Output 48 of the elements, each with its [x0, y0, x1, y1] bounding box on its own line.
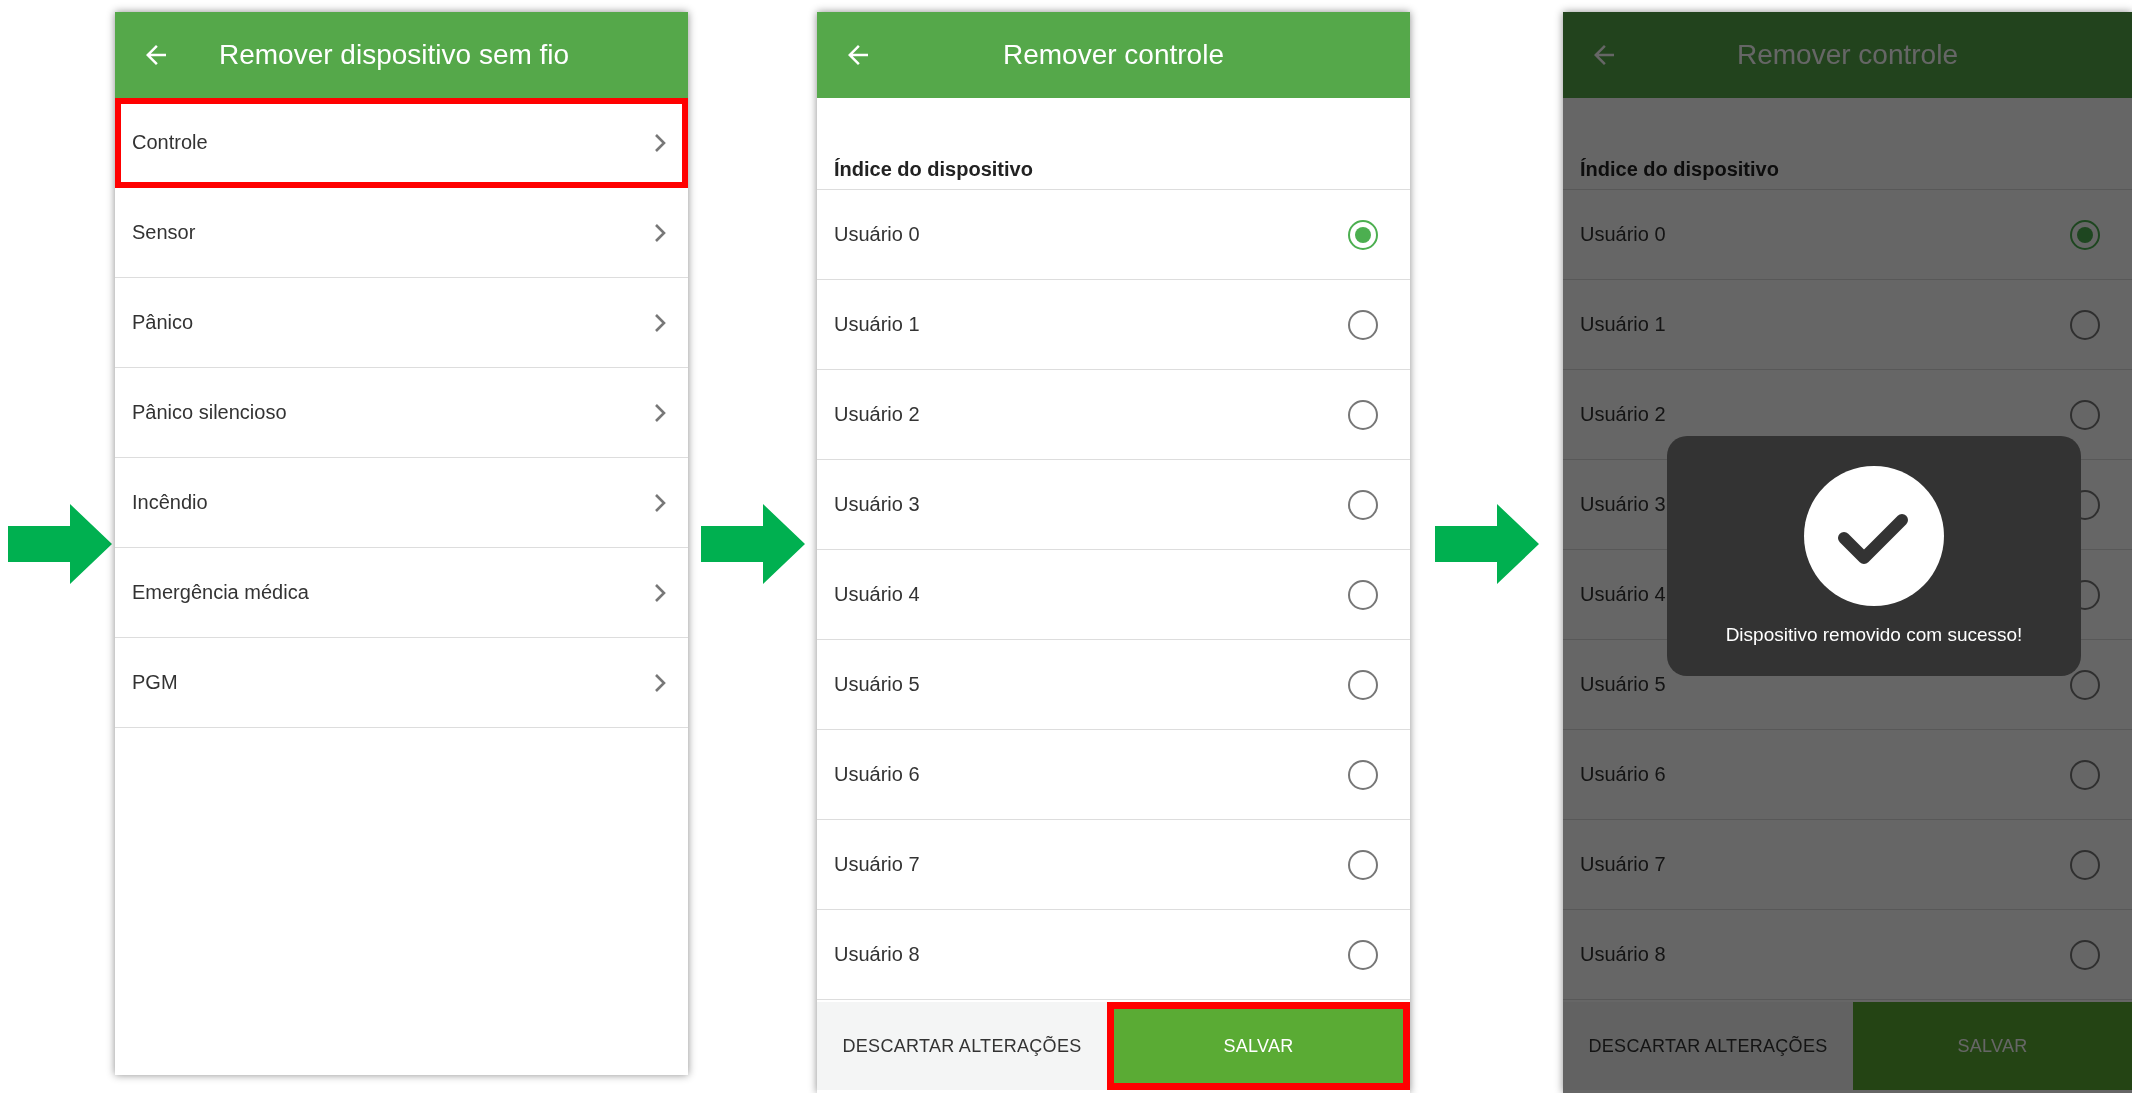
right-arrow-icon [8, 503, 112, 584]
radio-option[interactable]: Usuário 6 [817, 730, 1410, 820]
chevron-right-icon [654, 402, 666, 423]
radio-button[interactable] [1348, 219, 1378, 250]
radio-button[interactable] [2070, 399, 2100, 430]
radio-button[interactable] [1348, 489, 1378, 520]
radio-option[interactable]: Usuário 0 [817, 190, 1410, 280]
menu-item[interactable]: PGM [115, 638, 688, 728]
menu-item[interactable]: Pânico [115, 278, 688, 368]
radio-button[interactable] [2070, 219, 2100, 250]
screen-title: Remover controle [1002, 39, 1225, 71]
checkmark-circle-icon [1804, 466, 1944, 606]
radio-button[interactable] [2070, 759, 2100, 790]
radio-option[interactable]: Usuário 5 [817, 640, 1410, 730]
chevron-right-icon [654, 492, 666, 513]
section-label: Índice do dispositivo [1580, 158, 1779, 181]
radio-option[interactable]: Usuário 3 [817, 460, 1410, 550]
radio-button[interactable] [1348, 579, 1378, 610]
chevron-right-icon [654, 312, 666, 333]
radio-option[interactable]: Usuário 4 [817, 550, 1410, 640]
radio-button[interactable] [2070, 309, 2100, 340]
radio-option[interactable]: Usuário 1 [817, 280, 1410, 370]
radio-button[interactable] [1348, 939, 1378, 970]
menu-item[interactable]: Incêndio [115, 458, 688, 548]
radio-option[interactable]: Usuário 7 [817, 820, 1410, 910]
menu-item[interactable]: Sensor [115, 188, 688, 278]
discard-changes-button[interactable]: DESCARTAR ALTERAÇÕES [817, 1002, 1107, 1090]
radio-button[interactable] [1348, 399, 1378, 430]
radio-button[interactable] [2070, 849, 2100, 880]
chevron-right-icon [654, 132, 666, 153]
right-arrow-icon [1434, 503, 1539, 584]
menu-item[interactable]: Pânico silencioso [115, 368, 688, 458]
radio-button[interactable] [2070, 939, 2100, 970]
menu-item[interactable]: Emergência médica [115, 548, 688, 638]
right-arrow-icon [700, 503, 805, 584]
radio-button[interactable] [1348, 759, 1378, 790]
menu-item[interactable]: Controle [115, 98, 688, 188]
radio-option[interactable]: Usuário 8 [817, 910, 1410, 1000]
radio-option[interactable]: Usuário 2 [817, 370, 1410, 460]
radio-button[interactable] [1348, 309, 1378, 340]
chevron-right-icon [654, 582, 666, 603]
chevron-right-icon [654, 672, 666, 693]
radio-button[interactable] [1348, 669, 1378, 700]
radio-button[interactable] [1348, 849, 1378, 880]
screen-title: Remover dispositivo sem fio [219, 39, 570, 71]
chevron-right-icon [654, 222, 666, 243]
screen-title: Remover controle [1736, 39, 1959, 71]
section-label: Índice do dispositivo [834, 158, 1033, 181]
